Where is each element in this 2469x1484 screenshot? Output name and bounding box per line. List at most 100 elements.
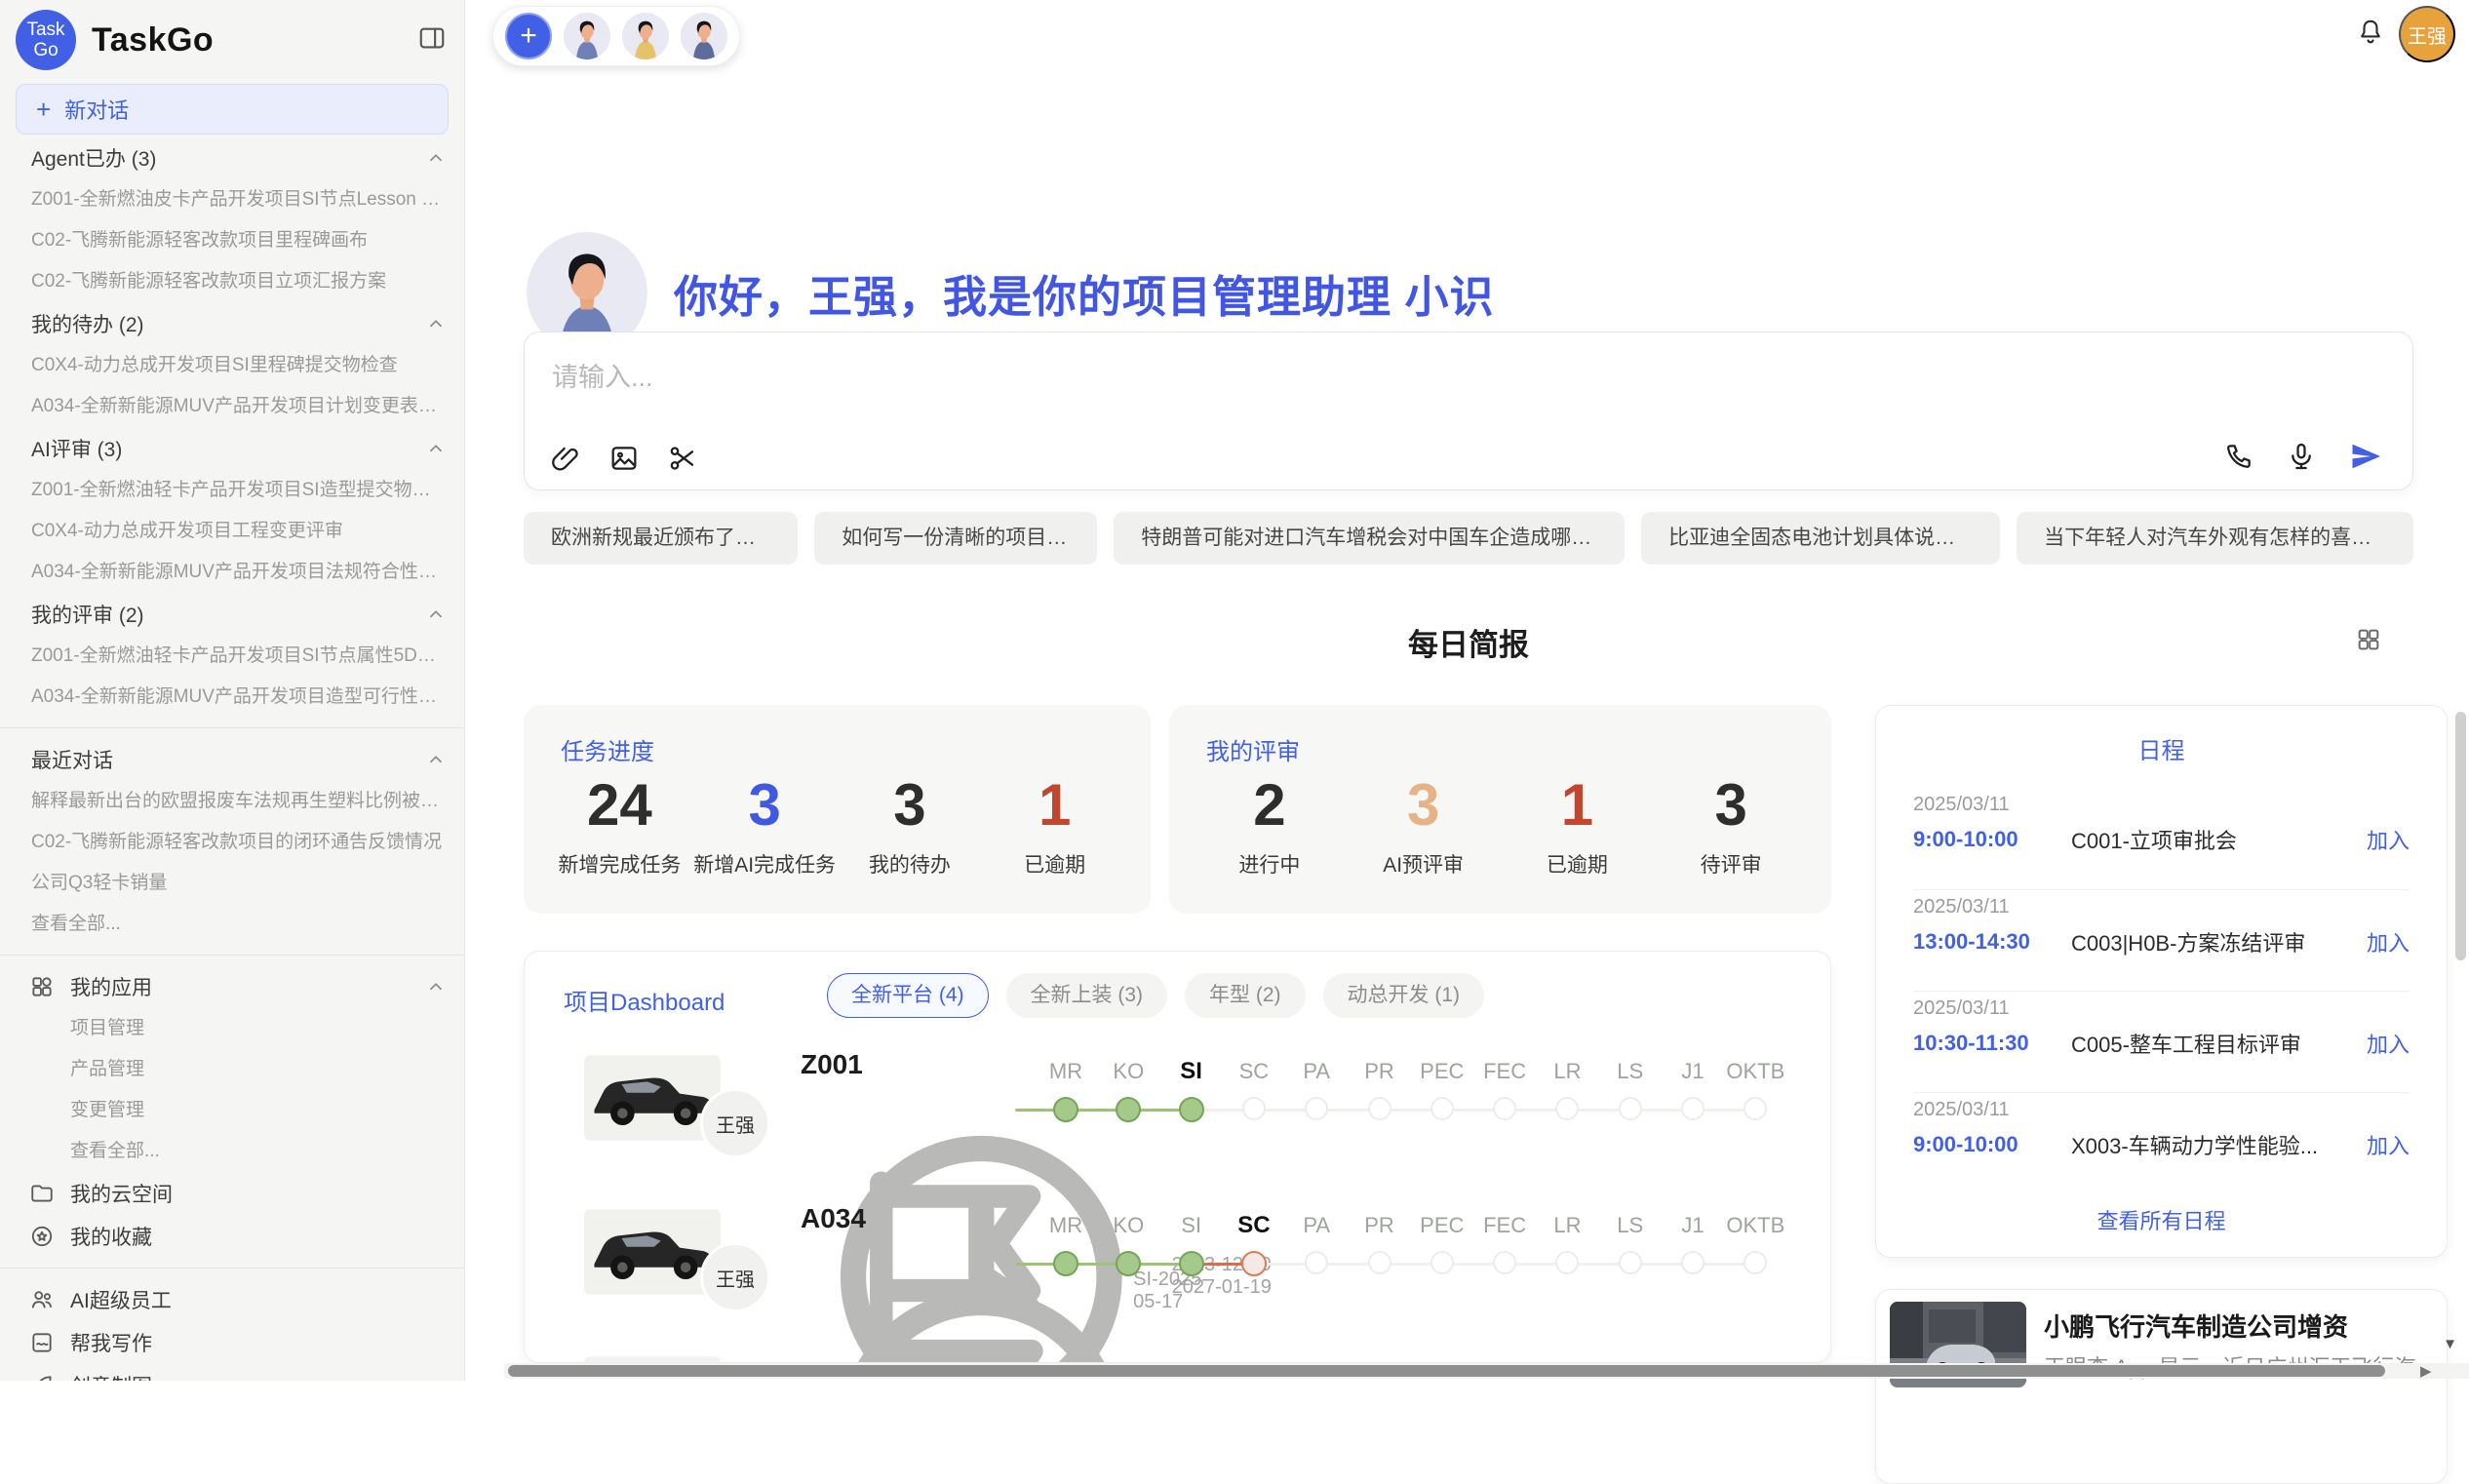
scroll-down-arrow[interactable]: ▼ xyxy=(2443,1336,2457,1352)
stat-review-overdue: 1已逾期 xyxy=(1501,773,1655,879)
project-owner-badge: 王强 xyxy=(700,1242,770,1312)
sidebar-item[interactable]: Z001-全新燃油轻卡产品开发项目SI造型提交物评审 xyxy=(0,470,464,511)
sidebar-item-cloud-space[interactable]: 我的云空间 xyxy=(0,1172,464,1215)
screenshot-button[interactable] xyxy=(667,443,698,474)
suggestion-chip[interactable]: 当下年轻人对汽车外观有怎样的喜好趋势 xyxy=(2017,512,2413,565)
voice-call-button[interactable] xyxy=(2223,441,2254,472)
vertical-scrollbar[interactable] xyxy=(2455,712,2466,960)
suggestion-chip[interactable]: 比亚迪全固态电池计划具体说了什么 xyxy=(1641,512,2000,565)
recent-chats-view-all[interactable]: 查看全部... xyxy=(0,904,464,945)
schedule-item[interactable]: 2025/03/11 10:30-11:30 C005-整车工程目标评审 加入 xyxy=(1913,991,2410,1084)
sidebar-item[interactable]: A034-全新新能源MUV产品开发项目法规符合性评审 xyxy=(0,552,464,593)
suggestion-chip[interactable]: 如何写一份清晰的项目周报 xyxy=(814,512,1097,565)
recent-chat-item[interactable]: 解释最新出台的欧盟报废车法规再生塑料比例被调至15%... xyxy=(0,781,464,822)
project-row-partial[interactable] xyxy=(525,1347,1830,1363)
sidebar-item[interactable]: C02-飞腾新能源轻客改款项目立项汇报方案 xyxy=(0,261,464,302)
schedule-item[interactable]: 2025/03/11 9:00-10:00 C001-立项审批会 加入 xyxy=(1913,788,2410,881)
panel-collapse-icon xyxy=(417,23,447,53)
sidebar-section-recent-chats[interactable]: 最近对话 xyxy=(0,738,464,781)
project-code: Z001 xyxy=(801,1049,863,1080)
sidebar-section-agent-done[interactable]: Agent已办 (3) xyxy=(0,137,464,179)
stat-in-progress: 2进行中 xyxy=(1193,773,1347,879)
sidebar-collapse-button[interactable] xyxy=(417,23,447,53)
attach-file-button[interactable] xyxy=(550,443,581,474)
stat-my-todo: 3我的待办 xyxy=(838,773,983,879)
sidebar-section-my-review[interactable]: 我的评审 (2) xyxy=(0,593,464,636)
sidebar-item-product-mgmt[interactable]: 产品管理 xyxy=(0,1049,464,1090)
stat-pending-review: 3待评审 xyxy=(1654,773,1808,879)
schedule-item[interactable]: 2025/03/11 9:00-10:00 X003-车辆动力学性能验... 加… xyxy=(1913,1092,2410,1186)
star-badge-icon xyxy=(29,1224,55,1249)
schedule-title: 日程 xyxy=(1876,731,2447,765)
horizontal-scrollbar-thumb[interactable] xyxy=(508,1365,2385,1377)
briefing-layout-button[interactable] xyxy=(2355,626,2382,653)
sidebar-section-ai-review[interactable]: AI评审 (3) xyxy=(0,427,464,470)
dashboard-filters: 全新平台 (4) 全新上装 (3) 年型 (2) 动总开发 (1) xyxy=(827,973,1484,1018)
sidebar-section-my-todo[interactable]: 我的待办 (2) xyxy=(0,302,464,345)
recent-chat-item[interactable]: 公司Q3轻卡销量 xyxy=(0,863,464,904)
message-composer xyxy=(524,332,2413,490)
sidebar-item[interactable]: A034-全新新能源MUV产品开发项目计划变更表编写 xyxy=(0,386,464,427)
daily-briefing-title: 每日简报 xyxy=(524,620,2413,664)
quick-access-pill: + xyxy=(492,6,740,66)
suggestion-chip[interactable]: 欧洲新规最近颁布了什么? xyxy=(524,512,798,565)
scroll-right-arrow[interactable]: ▶ xyxy=(2420,1362,2432,1380)
sidebar-item-project-mgmt[interactable]: 项目管理 xyxy=(0,1008,464,1049)
new-chat-button[interactable]: + 新对话 xyxy=(16,84,449,135)
filter-powertrain[interactable]: 动总开发 (1) xyxy=(1323,973,1485,1018)
card-title: 我的评审 xyxy=(1206,732,1300,766)
join-meeting-button[interactable]: 加入 xyxy=(2367,1028,2410,1059)
sidebar-scroll[interactable]: Agent已办 (3) Z001-全新燃油皮卡产品开发项目SI节点Lesson … xyxy=(0,137,464,1381)
view-all-schedule-link[interactable]: 查看所有日程 xyxy=(1876,1204,2447,1235)
phone-icon xyxy=(2223,441,2254,472)
milestone-track: MRKOSISCPAPRPECFECLRLSJ1OKTB xyxy=(1015,1045,1815,1191)
recent-chat-item[interactable]: C02-飞腾新能源轻客改款项目的闭环通告反馈情况 xyxy=(0,822,464,863)
join-meeting-button[interactable]: 加入 xyxy=(2367,824,2410,855)
sidebar-item-my-apps[interactable]: 我的应用 xyxy=(0,965,464,1008)
filter-year-model[interactable]: 年型 (2) xyxy=(1185,973,1306,1018)
add-agent-button[interactable]: + xyxy=(505,13,552,59)
sidebar-item-help-me-write[interactable]: 帮我写作 xyxy=(0,1321,464,1364)
schedule-item[interactable]: 2025/03/11 13:00-14:30 C003|H0B-方案冻结评审 加… xyxy=(1913,889,2410,983)
sidebar-apps-view-all[interactable]: 查看全部... xyxy=(0,1131,464,1172)
sidebar-item[interactable]: C02-飞腾新能源轻客改款项目里程碑画布 xyxy=(0,220,464,261)
join-meeting-button[interactable]: 加入 xyxy=(2367,926,2410,957)
chevron-up-icon xyxy=(425,976,447,997)
message-input[interactable] xyxy=(552,356,2385,418)
app-title: TaskGo xyxy=(92,21,214,59)
sidebar-item-creative-drawing[interactable]: 创意制图 xyxy=(0,1364,464,1381)
voice-input-button[interactable] xyxy=(2286,441,2317,472)
send-icon xyxy=(2348,439,2383,474)
paperclip-icon xyxy=(550,443,581,474)
people-icon xyxy=(29,1287,55,1312)
folder-icon xyxy=(29,1181,55,1206)
sidebar: Task Go TaskGo + 新对话 Agent已办 (3) Z001-全新… xyxy=(0,0,465,1381)
sidebar-item[interactable]: A034-全新新能源MUV产品开发项目造型可行性评审 xyxy=(0,677,464,718)
chevron-up-icon xyxy=(425,749,447,770)
suggestion-chip[interactable]: 特朗普可能对进口汽车增税会对中国车企造成哪些影响 xyxy=(1114,512,1625,565)
sidebar-item-favorites[interactable]: 我的收藏 xyxy=(0,1215,464,1258)
agent-avatar-2[interactable] xyxy=(622,13,669,59)
filter-new-body[interactable]: 全新上装 (3) xyxy=(1006,973,1168,1018)
project-car-image xyxy=(584,1354,721,1363)
notification-bell-icon[interactable] xyxy=(2356,18,2385,47)
sidebar-item[interactable]: C0X4-动力总成开发项目工程变更评审 xyxy=(0,511,464,552)
user-avatar[interactable]: 王强 xyxy=(2399,6,2455,62)
project-row-z001[interactable]: 王强 Z001 2023-12-19 ~ 2027-01-19 SI-2025-… xyxy=(525,1045,1830,1196)
filter-all-new-platform[interactable]: 全新平台 (4) xyxy=(827,973,989,1018)
send-button[interactable] xyxy=(2348,439,2383,474)
join-meeting-button[interactable]: 加入 xyxy=(2367,1129,2410,1160)
project-row-a034[interactable]: 王强 A034 2023-12-19 ~ 2026-01-19 SC-2025-… xyxy=(525,1199,1830,1350)
sidebar-item-change-mgmt[interactable]: 变更管理 xyxy=(0,1090,464,1131)
sidebar-item[interactable]: Z001-全新燃油皮卡产品开发项目SI节点Lesson Learn报告 xyxy=(0,179,464,220)
agent-avatar-3[interactable] xyxy=(681,13,727,59)
horizontal-scrollbar-track[interactable] xyxy=(504,1363,2469,1379)
agent-avatar-1[interactable] xyxy=(564,13,610,59)
chevron-up-icon xyxy=(425,438,447,459)
sidebar-item-ai-super-staff[interactable]: AI超级员工 xyxy=(0,1278,464,1321)
scissors-icon xyxy=(667,443,698,474)
news-card[interactable]: 小鹏飞行汽车制造公司增资 天眼查 App 显示，近日广州汇天飞行汽... xyxy=(1875,1289,2448,1484)
sidebar-item[interactable]: C0X4-动力总成开发项目SI里程碑提交物检查 xyxy=(0,345,464,386)
insert-image-button[interactable] xyxy=(608,443,640,474)
sidebar-item[interactable]: Z001-全新燃油轻卡产品开发项目SI节点属性5D文件评审 xyxy=(0,636,464,677)
